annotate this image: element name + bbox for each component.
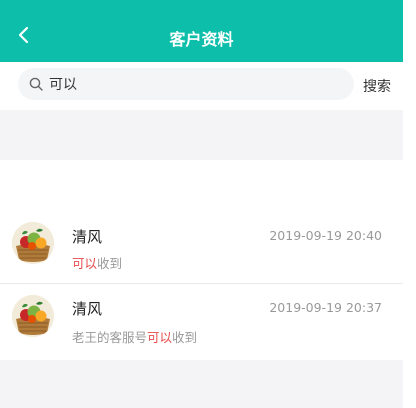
message-preview: 可以收到 — [72, 253, 122, 272]
message-suffix: 收到 — [172, 330, 198, 345]
result-list: 清风 2019-09-19 20:40 可以收到 清风 2019-09-19 2… — [0, 206, 403, 360]
list-item[interactable]: 清风 2019-09-19 20:40 可以收到 — [0, 206, 403, 283]
app-screen: 客户资料 搜索 — [0, 0, 403, 408]
message-time: 2019-09-19 20:37 — [269, 300, 382, 315]
message-suffix: 收到 — [97, 256, 123, 271]
page-title: 客户资料 — [169, 30, 234, 49]
message-prefix: 老王的客服号 — [72, 330, 148, 345]
contact-name: 清风 — [72, 228, 103, 246]
page-edge — [403, 0, 416, 408]
search-button[interactable]: 搜索 — [363, 76, 391, 96]
search-box[interactable] — [18, 68, 354, 100]
list-item[interactable]: 清风 2019-09-19 20:37 老王的客服号可以收到 — [0, 283, 403, 360]
keyword-highlight: 可以 — [147, 330, 173, 345]
fruit-basket-avatar — [12, 222, 54, 264]
search-icon — [29, 77, 43, 91]
keyword-highlight: 可以 — [72, 256, 98, 271]
fruit-basket-avatar — [12, 295, 54, 337]
contact-name: 清风 — [72, 300, 103, 318]
message-preview: 老王的客服号可以收到 — [72, 327, 197, 346]
message-time: 2019-09-19 20:40 — [269, 228, 382, 243]
top-nav-bar: 客户资料 — [0, 0, 403, 62]
spacer-block — [0, 160, 403, 206]
search-bar: 搜索 — [0, 62, 403, 110]
search-input[interactable] — [49, 68, 339, 100]
